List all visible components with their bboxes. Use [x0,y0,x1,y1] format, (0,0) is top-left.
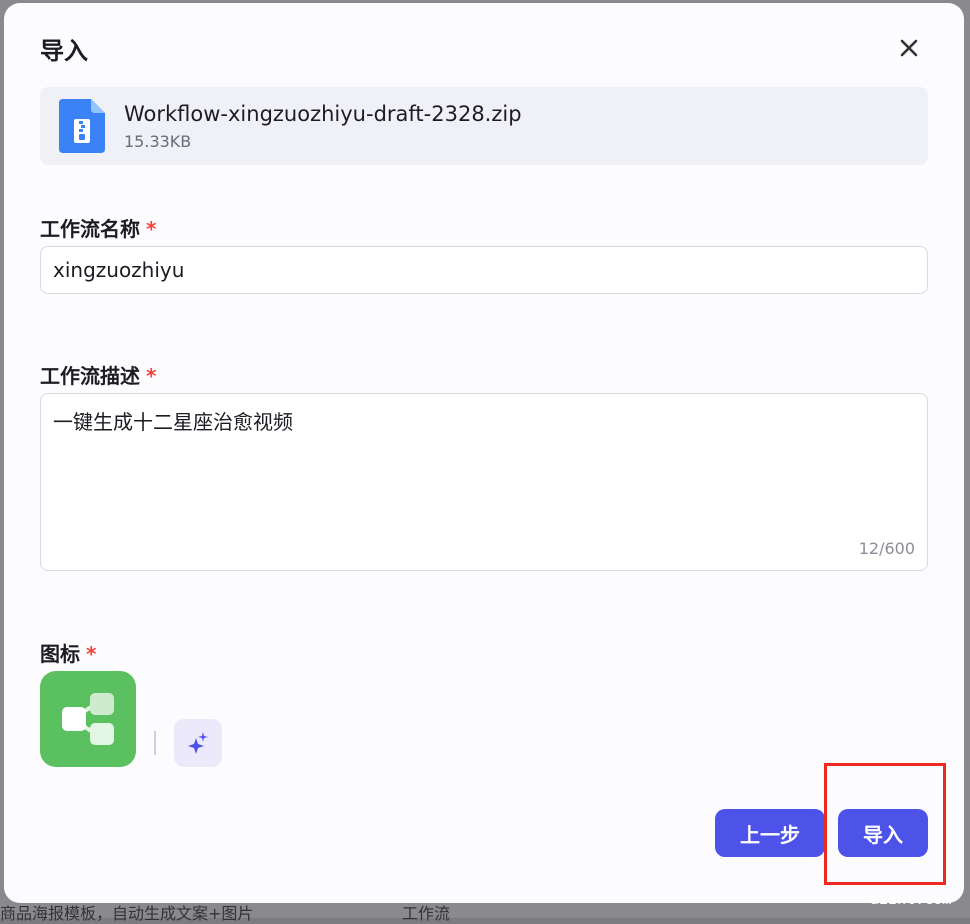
required-mark: * [86,642,97,666]
background-text: 商品海报模板，自动生成文案+图片 [0,904,254,923]
watermark-text: aiznt.com [870,890,952,908]
workflow-icon [62,693,114,745]
workflow-name-input[interactable]: xingzuozhiyu [40,246,928,294]
workflow-icon-preview[interactable] [40,671,136,767]
required-mark: * [146,364,157,388]
label-text: 工作流名称 [40,217,140,241]
character-count: 12/600 [858,539,915,558]
import-dialog: 导入 Workflow-xingzuozhiyu-draft-2328.zip … [4,3,964,903]
label-text: 工作流描述 [40,364,140,388]
ai-generate-icon-button[interactable] [174,719,222,767]
required-mark: * [146,217,157,241]
close-button[interactable] [894,33,924,63]
workflow-description-label: 工作流描述 * [40,360,156,389]
divider [154,731,156,755]
label-text: 图标 [40,642,80,666]
background-text: 工作流 [402,904,451,923]
file-name: Workflow-xingzuozhiyu-draft-2328.zip [124,102,522,126]
sparkle-icon [188,732,208,754]
uploaded-file-card: Workflow-xingzuozhiyu-draft-2328.zip 15.… [40,87,928,165]
textarea-value: 一键生成十二星座治愈视频 [53,410,293,434]
dialog-title: 导入 [40,37,88,65]
file-size: 15.33KB [124,132,192,151]
workflow-description-textarea[interactable]: 一键生成十二星座治愈视频 12/600 [40,393,928,571]
previous-step-button[interactable]: 上一步 [715,809,825,857]
close-icon [900,39,918,57]
workflow-name-label: 工作流名称 * [40,213,156,242]
highlight-annotation-box [824,763,946,885]
input-value: xingzuozhiyu [53,258,185,282]
zip-file-icon [59,99,105,153]
icon-label: 图标 * [40,638,96,667]
